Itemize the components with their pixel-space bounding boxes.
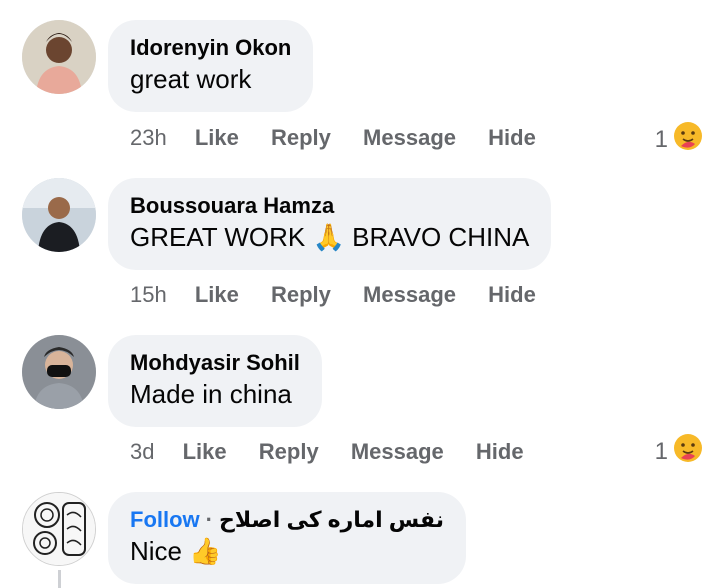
comment-bubble: Follow · نفس اماره کی اصلاح Nice 👍 [108, 492, 467, 584]
reply-button[interactable]: Reply [271, 125, 331, 150]
comment-author[interactable]: Boussouara Hamza [130, 192, 529, 220]
comment-time[interactable]: 23h [130, 125, 167, 150]
comment-author[interactable]: Mohdyasir Sohil [130, 349, 300, 377]
reaction-summary[interactable]: 1 [655, 432, 704, 471]
comment-text: GREAT WORK 🙏 BRAVO CHINA [130, 222, 530, 252]
reply-thread-line [58, 570, 61, 588]
reaction-summary[interactable]: 1 [655, 120, 704, 159]
comment-actions: 15h Like Reply Message Hide [130, 281, 562, 309]
follow-button[interactable]: Follow [130, 507, 200, 532]
comment-time[interactable]: 3d [130, 439, 154, 464]
folded-hands-emoji: 🙏 [312, 222, 345, 252]
avatar[interactable] [22, 20, 96, 94]
comment-bubble: Idorenyin Okon great work [108, 20, 314, 112]
comment-bubble: Boussouara Hamza GREAT WORK 🙏 BRAVO CHIN… [108, 178, 552, 270]
comment-text: Nice 👍 [130, 536, 222, 566]
separator-dot: · [205, 507, 213, 532]
like-button[interactable]: Like [195, 282, 239, 307]
comment-text: great work [130, 64, 252, 94]
hug-emoji-icon [672, 432, 704, 471]
thumbs-up-emoji: 👍 [189, 536, 222, 566]
comment-actions: 23h Like Reply Message Hide [130, 124, 562, 152]
reply-button[interactable]: Reply [271, 282, 331, 307]
reaction-count: 1 [654, 437, 668, 465]
hide-button[interactable]: Hide [488, 125, 536, 150]
avatar[interactable] [22, 335, 96, 409]
like-button[interactable]: Like [183, 439, 227, 464]
comment-author[interactable]: Idorenyin Okon [130, 34, 291, 62]
comment-text: Made in china [130, 379, 292, 409]
avatar[interactable] [22, 178, 96, 252]
comment-time[interactable]: 15h [130, 282, 167, 307]
reaction-count: 1 [654, 125, 668, 153]
message-button[interactable]: Message [363, 125, 456, 150]
comment-bubble: Mohdyasir Sohil Made in china [108, 335, 322, 427]
comment-actions: 3d Like Reply Message Hide [130, 438, 550, 466]
hide-button[interactable]: Hide [476, 439, 524, 464]
like-button[interactable]: Like [195, 125, 239, 150]
avatar[interactable] [22, 492, 96, 566]
hide-button[interactable]: Hide [488, 282, 536, 307]
hug-emoji-icon [672, 120, 704, 159]
reply-button[interactable]: Reply [259, 439, 319, 464]
comment-author[interactable]: نفس اماره کی اصلاح [219, 507, 444, 532]
message-button[interactable]: Message [363, 282, 456, 307]
message-button[interactable]: Message [351, 439, 444, 464]
comment-author-row: Follow · نفس اماره کی اصلاح [130, 506, 444, 534]
